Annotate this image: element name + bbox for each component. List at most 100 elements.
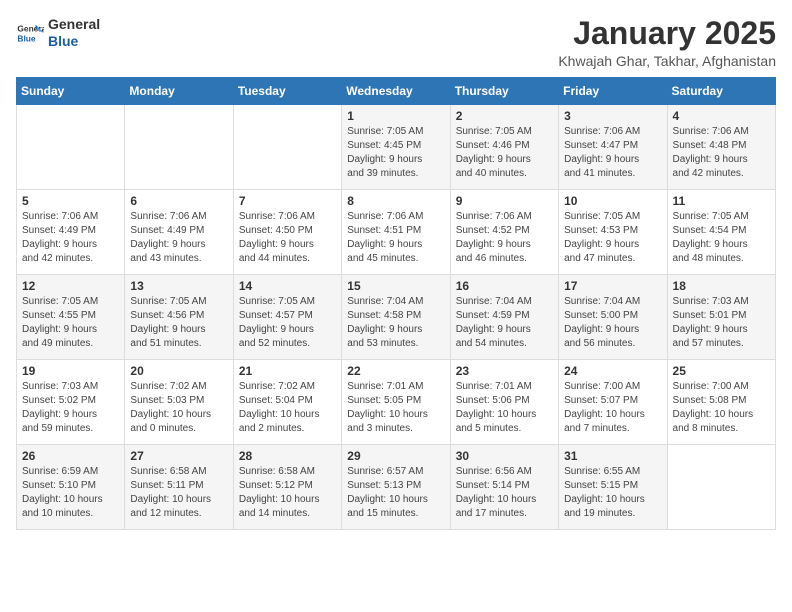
day-number: 14 bbox=[239, 279, 336, 293]
weekday-header: Saturday bbox=[667, 78, 775, 105]
calendar-cell: 29 Sunrise: 6:57 AM Sunset: 5:13 PM Dayli… bbox=[342, 445, 450, 530]
calendar-cell: 28Sunrise: 6:58 AM Sunset: 5:12 PM Dayli… bbox=[233, 445, 341, 530]
calendar-cell: 8 Sunrise: 7:06 AM Sunset: 4:51 PM Daylig… bbox=[342, 190, 450, 275]
calendar-cell: 15Sunrise: 7:04 AM Sunset: 4:58 PM Dayli… bbox=[342, 275, 450, 360]
logo-line1: General bbox=[48, 16, 100, 33]
calendar-cell: 19 Sunrise: 7:03 AM Sunset: 5:02 PM Dayli… bbox=[17, 360, 125, 445]
day-info: Sunrise: 6:59 AM Sunset: 5:10 PM Dayligh… bbox=[22, 465, 119, 521]
calendar-cell: 10 Sunrise: 7:05 AM Sunset: 4:53 PM Dayli… bbox=[559, 190, 667, 275]
day-info: Sunrise: 7:03 AM Sunset: 5:01 PM Dayligh… bbox=[673, 295, 770, 351]
day-info: Sunrise: 7:03 AM Sunset: 5:02 PM Dayligh… bbox=[22, 380, 119, 436]
calendar-cell: 16 Sunrise: 7:04 AM Sunset: 4:59 PM Dayli… bbox=[450, 275, 558, 360]
day-info: Sunrise: 7:05 AM Sunset: 4:54 PM Dayligh… bbox=[673, 210, 770, 266]
svg-text:Blue: Blue bbox=[17, 33, 35, 43]
day-info: Sunrise: 7:05 AM Sunset: 4:56 PM Dayligh… bbox=[130, 295, 227, 351]
day-info: Sunrise: 7:05 AM Sunset: 4:55 PM Dayligh… bbox=[22, 295, 119, 351]
day-info: Sunrise: 7:05 AM Sunset: 4:46 PM Dayligh… bbox=[456, 125, 553, 181]
day-info: Sunrise: 7:01 AM Sunset: 5:06 PM Dayligh… bbox=[456, 380, 553, 436]
day-number: 4 bbox=[673, 109, 770, 123]
day-number: 11 bbox=[673, 194, 770, 208]
calendar-cell: 22Sunrise: 7:01 AM Sunset: 5:05 PM Dayli… bbox=[342, 360, 450, 445]
day-info: Sunrise: 7:06 AM Sunset: 4:51 PM Dayligh… bbox=[347, 210, 444, 266]
calendar-cell: 20 Sunrise: 7:02 AM Sunset: 5:03 PM Dayli… bbox=[125, 360, 233, 445]
day-number: 24 bbox=[564, 364, 661, 378]
day-number: 10 bbox=[564, 194, 661, 208]
calendar-cell: 3 Sunrise: 7:06 AM Sunset: 4:47 PM Daylig… bbox=[559, 105, 667, 190]
day-number: 6 bbox=[130, 194, 227, 208]
weekday-header: Wednesday bbox=[342, 78, 450, 105]
day-number: 2 bbox=[456, 109, 553, 123]
calendar-cell: 30 Sunrise: 6:56 AM Sunset: 5:14 PM Dayli… bbox=[450, 445, 558, 530]
calendar-cell: 31 Sunrise: 6:55 AM Sunset: 5:15 PM Dayli… bbox=[559, 445, 667, 530]
calendar-cell: 24Sunrise: 7:00 AM Sunset: 5:07 PM Dayli… bbox=[559, 360, 667, 445]
calendar-week-row: 19 Sunrise: 7:03 AM Sunset: 5:02 PM Dayli… bbox=[17, 360, 776, 445]
day-number: 27 bbox=[130, 449, 227, 463]
day-number: 20 bbox=[130, 364, 227, 378]
location-title: Khwajah Ghar, Takhar, Afghanistan bbox=[558, 53, 776, 69]
day-number: 29 bbox=[347, 449, 444, 463]
calendar-cell: 11 Sunrise: 7:05 AM Sunset: 4:54 PM Dayli… bbox=[667, 190, 775, 275]
day-info: Sunrise: 7:06 AM Sunset: 4:49 PM Dayligh… bbox=[22, 210, 119, 266]
day-number: 25 bbox=[673, 364, 770, 378]
title-section: January 2025 Khwajah Ghar, Takhar, Afgha… bbox=[558, 16, 776, 69]
day-number: 1 bbox=[347, 109, 444, 123]
calendar-cell: 12 Sunrise: 7:05 AM Sunset: 4:55 PM Dayli… bbox=[17, 275, 125, 360]
calendar-cell bbox=[233, 105, 341, 190]
day-number: 18 bbox=[673, 279, 770, 293]
calendar-cell: 25Sunrise: 7:00 AM Sunset: 5:08 PM Dayli… bbox=[667, 360, 775, 445]
day-number: 19 bbox=[22, 364, 119, 378]
calendar-week-row: 26 Sunrise: 6:59 AM Sunset: 5:10 PM Dayli… bbox=[17, 445, 776, 530]
day-number: 17 bbox=[564, 279, 661, 293]
weekday-header: Sunday bbox=[17, 78, 125, 105]
calendar-cell: 14 Sunrise: 7:05 AM Sunset: 4:57 PM Dayli… bbox=[233, 275, 341, 360]
calendar-cell: 18 Sunrise: 7:03 AM Sunset: 5:01 PM Dayli… bbox=[667, 275, 775, 360]
calendar-cell bbox=[125, 105, 233, 190]
logo-text: General Blue bbox=[48, 16, 100, 50]
day-info: Sunrise: 7:06 AM Sunset: 4:47 PM Dayligh… bbox=[564, 125, 661, 181]
weekday-row: SundayMondayTuesdayWednesdayThursdayFrid… bbox=[17, 78, 776, 105]
day-info: Sunrise: 6:56 AM Sunset: 5:14 PM Dayligh… bbox=[456, 465, 553, 521]
day-number: 8 bbox=[347, 194, 444, 208]
calendar-table: SundayMondayTuesdayWednesdayThursdayFrid… bbox=[16, 77, 776, 530]
logo-icon: General Blue bbox=[16, 19, 44, 47]
day-number: 31 bbox=[564, 449, 661, 463]
calendar-cell: 6Sunrise: 7:06 AM Sunset: 4:49 PM Daylig… bbox=[125, 190, 233, 275]
day-number: 21 bbox=[239, 364, 336, 378]
day-info: Sunrise: 7:04 AM Sunset: 4:59 PM Dayligh… bbox=[456, 295, 553, 351]
calendar-cell: 21 Sunrise: 7:02 AM Sunset: 5:04 PM Dayli… bbox=[233, 360, 341, 445]
day-number: 15 bbox=[347, 279, 444, 293]
calendar-week-row: 1 Sunrise: 7:05 AM Sunset: 4:45 PM Daylig… bbox=[17, 105, 776, 190]
calendar-body: 1 Sunrise: 7:05 AM Sunset: 4:45 PM Daylig… bbox=[17, 105, 776, 530]
day-number: 5 bbox=[22, 194, 119, 208]
day-info: Sunrise: 7:06 AM Sunset: 4:52 PM Dayligh… bbox=[456, 210, 553, 266]
day-number: 16 bbox=[456, 279, 553, 293]
calendar-cell: 4 Sunrise: 7:06 AM Sunset: 4:48 PM Daylig… bbox=[667, 105, 775, 190]
calendar-cell: 9Sunrise: 7:06 AM Sunset: 4:52 PM Daylig… bbox=[450, 190, 558, 275]
day-info: Sunrise: 6:55 AM Sunset: 5:15 PM Dayligh… bbox=[564, 465, 661, 521]
day-number: 26 bbox=[22, 449, 119, 463]
day-number: 3 bbox=[564, 109, 661, 123]
day-number: 7 bbox=[239, 194, 336, 208]
calendar-cell: 23Sunrise: 7:01 AM Sunset: 5:06 PM Dayli… bbox=[450, 360, 558, 445]
day-info: Sunrise: 6:57 AM Sunset: 5:13 PM Dayligh… bbox=[347, 465, 444, 521]
day-info: Sunrise: 7:06 AM Sunset: 4:48 PM Dayligh… bbox=[673, 125, 770, 181]
day-info: Sunrise: 7:02 AM Sunset: 5:04 PM Dayligh… bbox=[239, 380, 336, 436]
weekday-header: Monday bbox=[125, 78, 233, 105]
day-info: Sunrise: 7:05 AM Sunset: 4:45 PM Dayligh… bbox=[347, 125, 444, 181]
calendar-cell: 7Sunrise: 7:06 AM Sunset: 4:50 PM Daylig… bbox=[233, 190, 341, 275]
weekday-header: Thursday bbox=[450, 78, 558, 105]
weekday-header: Friday bbox=[559, 78, 667, 105]
day-number: 12 bbox=[22, 279, 119, 293]
day-number: 30 bbox=[456, 449, 553, 463]
calendar-cell: 17Sunrise: 7:04 AM Sunset: 5:00 PM Dayli… bbox=[559, 275, 667, 360]
day-info: Sunrise: 7:02 AM Sunset: 5:03 PM Dayligh… bbox=[130, 380, 227, 436]
day-info: Sunrise: 6:58 AM Sunset: 5:11 PM Dayligh… bbox=[130, 465, 227, 521]
day-info: Sunrise: 7:05 AM Sunset: 4:53 PM Dayligh… bbox=[564, 210, 661, 266]
calendar-cell bbox=[17, 105, 125, 190]
day-info: Sunrise: 7:01 AM Sunset: 5:05 PM Dayligh… bbox=[347, 380, 444, 436]
header: General Blue General Blue January 2025 K… bbox=[16, 16, 776, 69]
calendar-cell: 2 Sunrise: 7:05 AM Sunset: 4:46 PM Daylig… bbox=[450, 105, 558, 190]
logo-line2: Blue bbox=[48, 33, 100, 50]
day-info: Sunrise: 7:05 AM Sunset: 4:57 PM Dayligh… bbox=[239, 295, 336, 351]
day-number: 13 bbox=[130, 279, 227, 293]
